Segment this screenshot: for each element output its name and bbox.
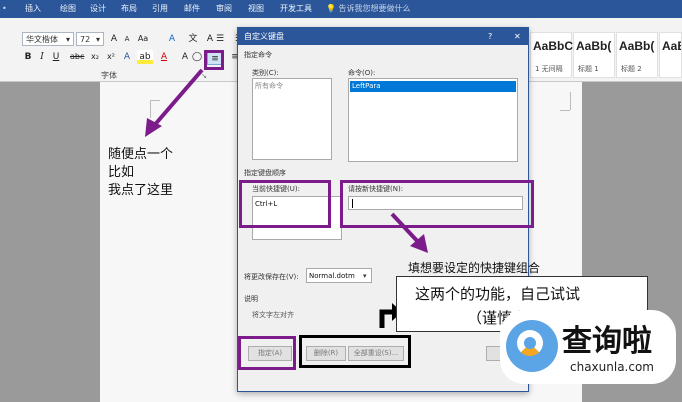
arrow-line-1 xyxy=(150,68,204,130)
arrow-line-2 xyxy=(390,212,422,246)
watermark-url: chaxunla.com xyxy=(570,360,654,374)
watermark: 查询啦 chaxunla.com xyxy=(500,310,676,384)
watermark-brand: 查询啦 xyxy=(562,324,652,359)
function-note-line: 这两个的功能，自己试试 xyxy=(415,285,581,303)
fill-note: 填想要设定的快捷键组合 xyxy=(408,261,541,275)
logo-search-icon xyxy=(506,320,558,372)
logo-ring xyxy=(517,330,543,356)
